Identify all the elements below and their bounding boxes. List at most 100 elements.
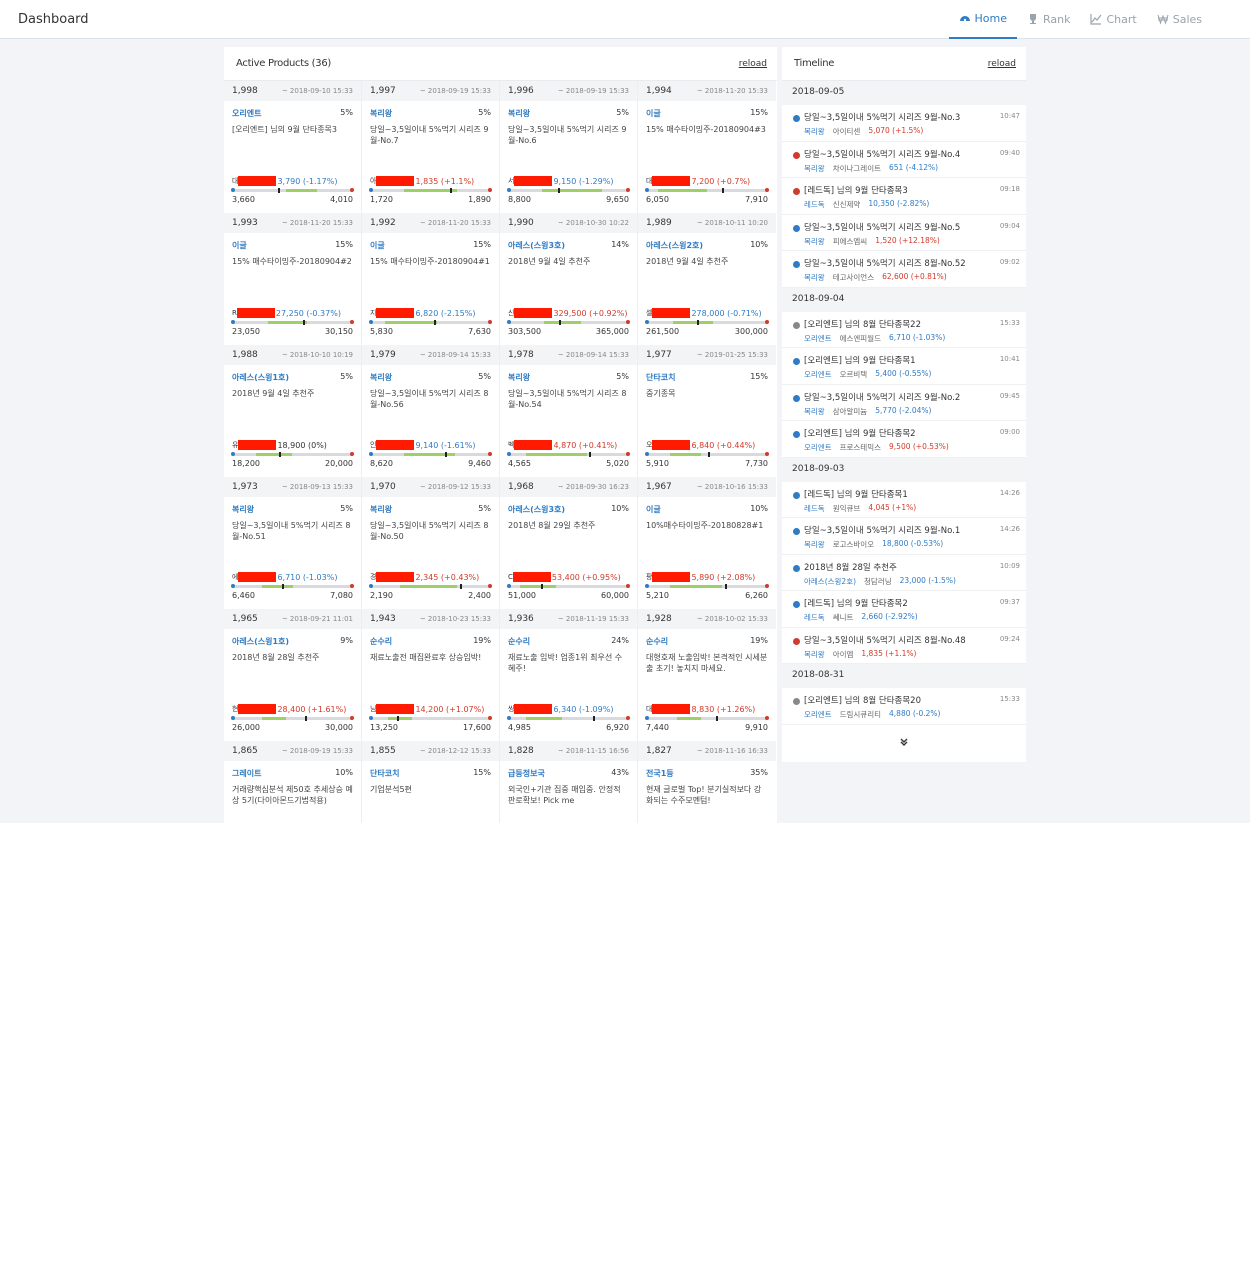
products-reload-link[interactable]: reload bbox=[739, 59, 767, 69]
author-name-link[interactable]: 복리왕 bbox=[370, 108, 392, 119]
product-card[interactable]: 1,827 ~ 2018-11-16 16:33 전국1등 35% 현재 글로벌 Top… bbox=[638, 741, 776, 823]
timeline-item[interactable]: 당일~3,5일이내 5%먹기 시리즈 9월-No.1 14:26 복리왕 로고스바이오… bbox=[782, 518, 1026, 555]
product-title[interactable]: 기업분석5편 bbox=[370, 784, 491, 808]
product-card[interactable]: 1,977 ~ 2019-01-25 15:33 단타코치 15% 중기종목 오 6,840… bbox=[638, 345, 776, 477]
timeline-item-title[interactable]: 당일~3,5일이내 5%먹기 시리즈 9월-No.4 bbox=[804, 148, 984, 160]
product-card[interactable]: 1,979 ~ 2018-09-14 15:33 복리왕 5% 당일~3,5일이내 5%… bbox=[362, 345, 500, 477]
product-title[interactable]: 10%매수타이밍주-20180828#1 bbox=[646, 520, 768, 544]
product-title[interactable]: 당일~3,5일이내 5%먹기 시리즈 8월-No.56 bbox=[370, 388, 491, 412]
timeline-item-title[interactable]: 2018년 8월 28일 추천주 bbox=[804, 561, 984, 573]
timeline-author[interactable]: 복리왕 bbox=[804, 406, 825, 417]
product-card[interactable]: 1,928 ~ 2018-10-02 15:33 순수리 19% 대형호재 노출임박! … bbox=[638, 609, 776, 741]
timeline-author[interactable]: 레드독 bbox=[804, 612, 825, 623]
timeline-item[interactable]: 당일~3,5일이내 5%먹기 시리즈 8월-No.48 09:24 복리왕 아이엠 1,… bbox=[782, 628, 1026, 664]
product-card[interactable]: 1,973 ~ 2018-09-13 15:33 복리왕 5% 당일~3,5일이내 5%… bbox=[224, 477, 362, 609]
timeline-item[interactable]: 당일~3,5일이내 5%먹기 시리즈 9월-No.2 09:45 복리왕 삼아알미늄 5… bbox=[782, 385, 1026, 421]
product-title[interactable]: 당일~3,5일이내 5%먹기 시리즈 8월-No.50 bbox=[370, 520, 491, 544]
timeline-author[interactable]: 복리왕 bbox=[804, 649, 825, 660]
nav-tab-sales[interactable]: Sales bbox=[1147, 0, 1212, 39]
product-title[interactable]: 대형호재 노출임박! 본격적인 시세분출 초기! 놓치지 마세요. bbox=[646, 652, 768, 676]
author-name-link[interactable]: 그레이트 bbox=[232, 768, 261, 779]
product-card[interactable]: 1,978 ~ 2018-09-14 15:33 복리왕 5% 당일~3,5일이내 5%… bbox=[500, 345, 638, 477]
timeline-item-title[interactable]: 당일~3,5일이내 5%먹기 시리즈 9월-No.2 bbox=[804, 391, 984, 403]
product-title[interactable]: 15% 매수타이밍주-20180904#3 bbox=[646, 124, 768, 148]
timeline-item[interactable]: [레드독] 님의 9월 단타종목3 09:18 레드독 신신제약 10,350 (-2.… bbox=[782, 178, 1026, 215]
author-name-link[interactable]: 복리왕 bbox=[370, 504, 392, 515]
product-card[interactable]: 1,855 ~ 2018-12-12 15:33 단타코치 15% 기업분석5편 bbox=[362, 741, 500, 823]
author-name-link[interactable]: 이글 bbox=[646, 504, 661, 515]
product-title[interactable]: 2018년 8월 29일 추천주 bbox=[508, 520, 629, 544]
product-card[interactable]: 1,990 ~ 2018-10-30 10:22 아레스(스윙3호) 14% 2018년… bbox=[500, 213, 638, 345]
timeline-item-title[interactable]: 당일~3,5일이내 5%먹기 시리즈 8월-No.48 bbox=[804, 634, 984, 646]
product-title[interactable]: 재료노출전 매집완료후 상승임박! bbox=[370, 652, 491, 676]
product-title[interactable]: [오리엔트] 님의 9월 단타종목3 bbox=[232, 124, 353, 148]
product-card[interactable]: 1,989 ~ 2018-10-11 10:20 아레스(스윙2호) 10% 2018년… bbox=[638, 213, 776, 345]
product-title[interactable]: 당일~3,5일이내 5%먹기 시리즈 8월-No.54 bbox=[508, 388, 629, 412]
product-title[interactable]: 2018년 9월 4일 추천주 bbox=[646, 256, 768, 280]
author-name-link[interactable]: 급등정보국 bbox=[508, 768, 545, 779]
author-name-link[interactable]: 순수리 bbox=[508, 636, 530, 647]
product-title[interactable]: 2018년 8월 28일 추천주 bbox=[232, 652, 353, 676]
brand-title[interactable]: Dashboard bbox=[18, 12, 89, 27]
timeline-author[interactable]: 오리엔트 bbox=[804, 442, 832, 453]
author-name-link[interactable]: 복리왕 bbox=[508, 108, 530, 119]
timeline-item-title[interactable]: 당일~3,5일이내 5%먹기 시리즈 8월-No.52 bbox=[804, 257, 984, 269]
product-card[interactable]: 1,998 ~ 2018-09-10 15:33 오리엔트 5% [오리엔트] 님의 9… bbox=[224, 81, 362, 213]
timeline-item[interactable]: 당일~3,5일이내 5%먹기 시리즈 9월-No.5 09:04 복리왕 피에스엠씨 1… bbox=[782, 215, 1026, 251]
author-name-link[interactable]: 순수리 bbox=[646, 636, 668, 647]
product-card[interactable]: 1,936 ~ 2018-11-19 15:33 순수리 24% 재료노출 임박! 업종… bbox=[500, 609, 638, 741]
product-card[interactable]: 1,965 ~ 2018-09-21 11:01 아레스(스윙1호) 9% 2018년 … bbox=[224, 609, 362, 741]
author-name-link[interactable]: 오리엔트 bbox=[232, 108, 261, 119]
timeline-item[interactable]: [오리엔트] 님의 8월 단타종목22 15:33 오리엔트 에스엔피월드 6,710 … bbox=[782, 312, 1026, 348]
product-title[interactable]: 중기종목 bbox=[646, 388, 768, 412]
product-card[interactable]: 1,996 ~ 2018-09-19 15:33 복리왕 5% 당일~3,5일이내 5%… bbox=[500, 81, 638, 213]
timeline-author[interactable]: 복리왕 bbox=[804, 539, 825, 550]
author-name-link[interactable]: 이글 bbox=[646, 108, 661, 119]
product-title[interactable]: 외국인+기관 집중 매입중. 안정적 판로확보! Pick me bbox=[508, 784, 629, 808]
author-name-link[interactable]: 아레스(스윙1호) bbox=[232, 372, 289, 383]
product-title[interactable]: 거래량핵심분석 제50호 추세상승 예상 5기(다이아몬드기법적용) bbox=[232, 784, 353, 808]
timeline-author[interactable]: 레드독 bbox=[804, 199, 825, 210]
product-card[interactable]: 1,968 ~ 2018-09-30 16:23 아레스(스윙3호) 10% 2018년… bbox=[500, 477, 638, 609]
product-card[interactable]: 1,865 ~ 2018-09-19 15:33 그레이트 10% 거래량핵심분석 제5… bbox=[224, 741, 362, 823]
timeline-item-title[interactable]: 당일~3,5일이내 5%먹기 시리즈 9월-No.1 bbox=[804, 524, 984, 536]
product-title[interactable]: 당일~3,5일이내 5%먹기 시리즈 8월-No.51 bbox=[232, 520, 353, 544]
timeline-item[interactable]: [오리엔트] 님의 9월 단타종목2 09:00 오리엔트 프로스테믹스 9,500 (… bbox=[782, 421, 1026, 458]
timeline-item-title[interactable]: [오리엔트] 님의 9월 단타종목1 bbox=[804, 354, 984, 366]
timeline-reload-link[interactable]: reload bbox=[988, 59, 1016, 69]
timeline-item[interactable]: 당일~3,5일이내 5%먹기 시리즈 8월-No.52 09:02 복리왕 테고사이언… bbox=[782, 251, 1026, 288]
product-card[interactable]: 1,988 ~ 2018-10-10 10:19 아레스(스윙1호) 5% 2018년 … bbox=[224, 345, 362, 477]
product-title[interactable]: 재료노출 임박! 업종1위 최우선 수혜주! bbox=[508, 652, 629, 676]
timeline-item[interactable]: [레드독] 님의 9월 단타종목1 14:26 레드독 원익큐브 4,045 (+1%) bbox=[782, 482, 1026, 518]
nav-tab-chart[interactable]: Chart bbox=[1080, 0, 1146, 39]
timeline-item-title[interactable]: 당일~3,5일이내 5%먹기 시리즈 9월-No.3 bbox=[804, 111, 984, 123]
product-card[interactable]: 1,992 ~ 2018-11-20 15:33 이글 15% 15% 매수타이밍주-2… bbox=[362, 213, 500, 345]
product-card[interactable]: 1,993 ~ 2018-11-20 15:33 이글 15% 15% 매수타이밍주-2… bbox=[224, 213, 362, 345]
product-title[interactable]: 2018년 9월 4일 추천주 bbox=[508, 256, 629, 280]
author-name-link[interactable]: 아레스(스윙3호) bbox=[508, 504, 565, 515]
timeline-item-title[interactable]: [오리엔트] 님의 9월 단타종목2 bbox=[804, 427, 984, 439]
timeline-item-title[interactable]: [오리엔트] 님의 8월 단타종목22 bbox=[804, 318, 984, 330]
timeline-author[interactable]: 복리왕 bbox=[804, 272, 825, 283]
timeline-author[interactable]: 레드독 bbox=[804, 503, 825, 514]
timeline-item-title[interactable]: [레드독] 님의 9월 단타종목2 bbox=[804, 597, 984, 609]
product-card[interactable]: 1,967 ~ 2018-10-16 15:33 이글 10% 10%매수타이밍주-20… bbox=[638, 477, 776, 609]
author-name-link[interactable]: 이글 bbox=[232, 240, 247, 251]
timeline-item-title[interactable]: 당일~3,5일이내 5%먹기 시리즈 9월-No.5 bbox=[804, 221, 984, 233]
author-name-link[interactable]: 이글 bbox=[370, 240, 385, 251]
timeline-author[interactable]: 아레스(스윙2호) bbox=[804, 576, 856, 587]
timeline-author[interactable]: 오리엔트 bbox=[804, 369, 832, 380]
author-name-link[interactable]: 단타코치 bbox=[646, 372, 675, 383]
product-card[interactable]: 1,997 ~ 2018-09-19 15:33 복리왕 5% 당일~3,5일이내 5%… bbox=[362, 81, 500, 213]
author-name-link[interactable]: 아레스(스윙3호) bbox=[508, 240, 565, 251]
product-title[interactable]: 당일~3,5일이내 5%먹기 시리즈 9월-No.6 bbox=[508, 124, 629, 148]
timeline-item[interactable]: 2018년 8월 28일 추천주 10:09 아레스(스윙2호) 청담러닝 23,000… bbox=[782, 555, 1026, 591]
product-card[interactable]: 1,828 ~ 2018-11-15 16:56 급등정보국 43% 외국인+기관 집중… bbox=[500, 741, 638, 823]
timeline-author[interactable]: 복리왕 bbox=[804, 163, 825, 174]
product-card[interactable]: 1,943 ~ 2018-10-23 15:33 순수리 19% 재료노출전 매집완료후… bbox=[362, 609, 500, 741]
timeline-author[interactable]: 오리엔트 bbox=[804, 333, 832, 344]
author-name-link[interactable]: 복리왕 bbox=[370, 372, 392, 383]
timeline-item[interactable]: 당일~3,5일이내 5%먹기 시리즈 9월-No.4 09:40 복리왕 차이나그레이… bbox=[782, 142, 1026, 178]
product-title[interactable]: 15% 매수타이밍주-20180904#1 bbox=[370, 256, 491, 280]
timeline-author[interactable]: 오리엔트 bbox=[804, 709, 832, 720]
